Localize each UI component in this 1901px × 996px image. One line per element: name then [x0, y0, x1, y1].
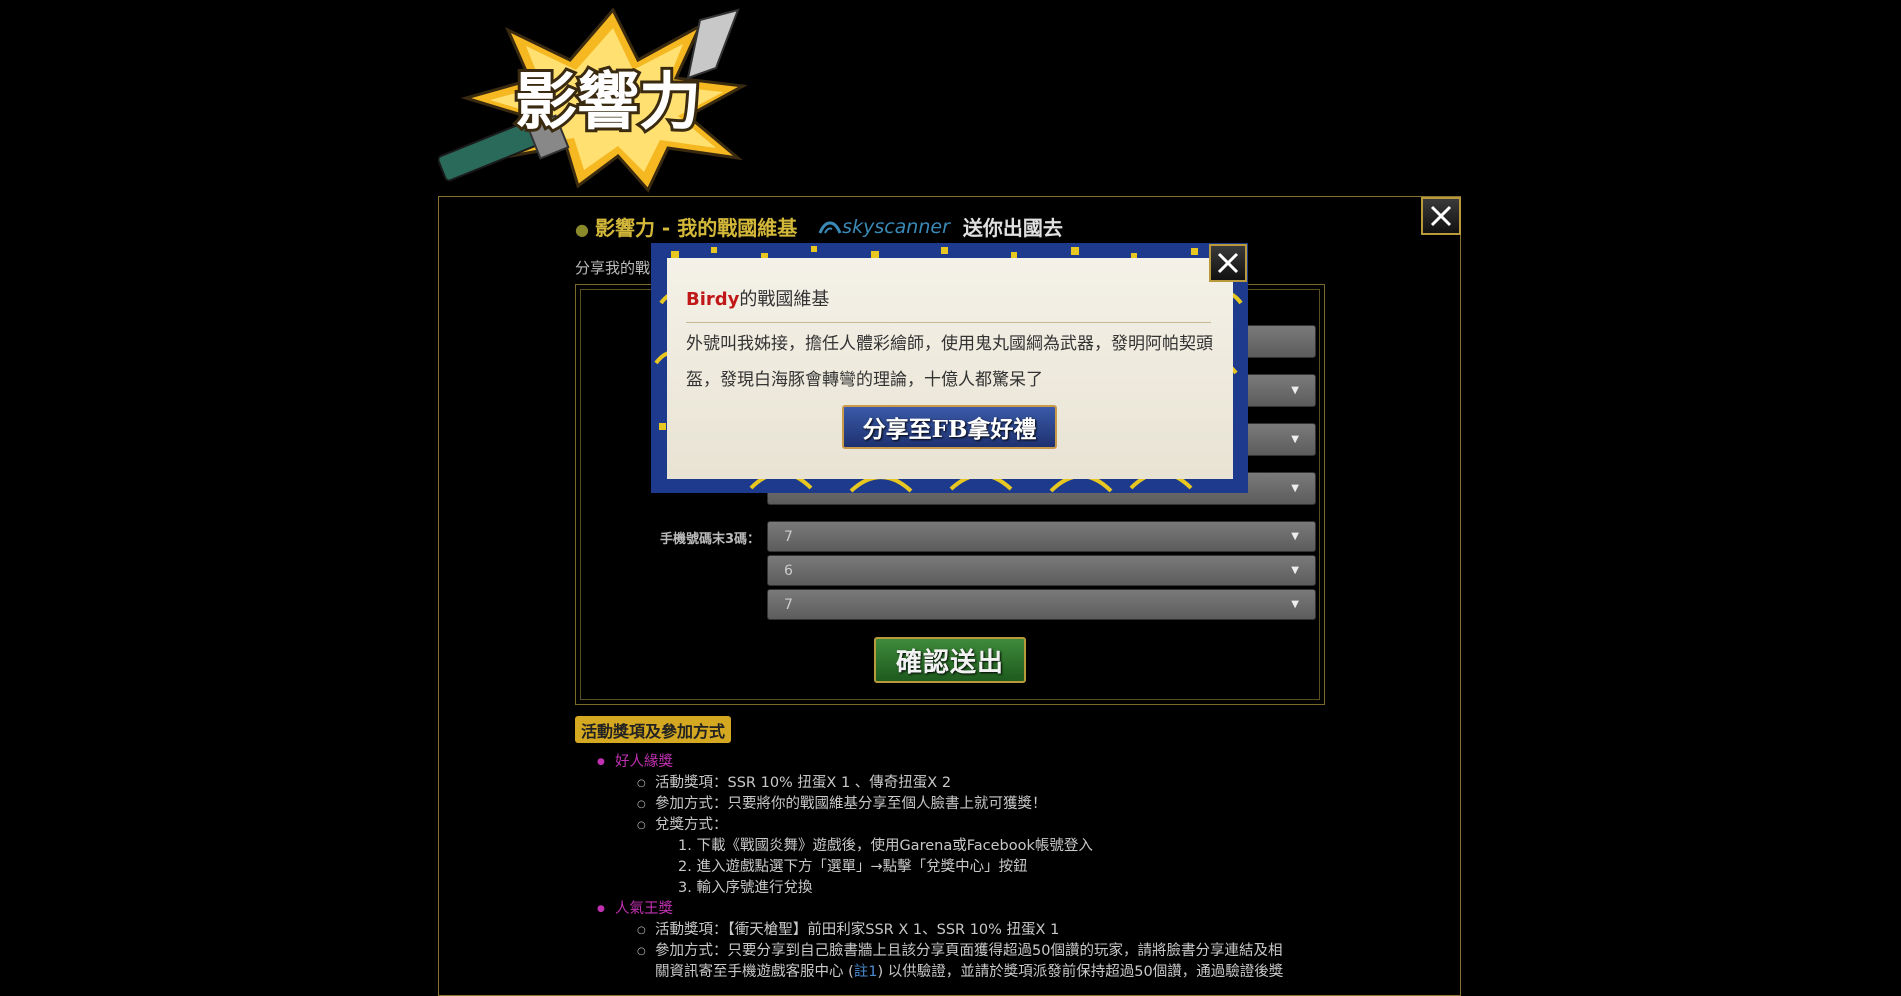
list-item: 活動獎項：【衝天槍聖】前田利家SSR X 1、SSR 10% 扭蛋X 1	[575, 920, 1335, 941]
list-item: 關資訊寄至手機遊戲客服中心 (註1) 以供驗證，並請於獎項派發前保持超過50個讚…	[575, 962, 1335, 983]
wiki-suffix: 的戰國維基	[739, 289, 830, 310]
note-link[interactable]: 註1	[854, 964, 878, 980]
rules-list: 好人緣獎 活動獎項：SSR 10% 扭蛋X 1 、傳奇扭蛋X 2 參加方式：只要…	[575, 752, 1335, 983]
modal-close-button[interactable]	[1209, 244, 1247, 282]
phone-digit-value: 7	[784, 528, 793, 545]
bullet-icon: ●	[575, 220, 589, 239]
list-item: 2. 進入遊戲點選下方「選單」→點擊「兌獎中心」按鈕	[678, 859, 1028, 875]
chevron-down-icon: ▼	[1291, 385, 1299, 396]
close-icon	[1217, 252, 1239, 274]
logo-burst-icon: 影響力	[437, 7, 748, 193]
close-panel-button[interactable]	[1421, 197, 1461, 235]
svg-text:影響力: 影響力	[515, 65, 701, 138]
phone-digit-select-1[interactable]: 7 ▼	[767, 521, 1316, 552]
share-fb-button[interactable]: 分享至FB拿好禮	[842, 405, 1057, 449]
list-item: 參加方式：只要分享到自己臉書牆上且該分享頁面獲得超過50個讚的玩家，請將臉書分享…	[575, 941, 1335, 962]
chevron-down-icon: ▼	[1291, 565, 1299, 576]
chevron-down-icon: ▼	[1291, 599, 1299, 610]
prize-title: 好人緣獎	[575, 752, 1335, 773]
subtitle: 分享我的戰	[575, 259, 651, 277]
list-item: 3. 輸入序號進行兌換	[678, 880, 813, 896]
phone-digit-select-2[interactable]: 6 ▼	[767, 555, 1316, 586]
chevron-down-icon: ▼	[1291, 531, 1299, 542]
phone-digit-value: 6	[784, 562, 793, 579]
list-item-text: 關資訊寄至手機遊戲客服中心 (	[655, 964, 854, 980]
skyscanner-logo-icon	[818, 221, 842, 234]
prize-title: 人氣王獎	[575, 899, 1335, 920]
player-name: Birdy	[686, 289, 740, 310]
list-item-text: ) 以供驗證，並請於獎項派發前保持超過50個讚，通過驗證後獎	[877, 964, 1284, 980]
modal-title: Birdy的戰國維基	[686, 285, 829, 311]
list-item: 活動獎項：SSR 10% 扭蛋X 1 、傳奇扭蛋X 2	[575, 773, 1335, 794]
divider	[686, 322, 1211, 323]
phone-digit-select-3[interactable]: 7 ▼	[767, 589, 1316, 620]
section-tag: 活動獎項及參加方式	[575, 716, 732, 743]
title-tail: 送你出國去	[962, 216, 1063, 240]
phone-digit-value: 7	[784, 596, 793, 613]
list-item: 兌獎方式：	[575, 815, 1335, 836]
page-title: ● 影響力 - 我的戰國維基 skyscanner 送你出國去	[575, 212, 1063, 241]
close-icon	[1430, 205, 1452, 227]
phone-label: 手機號碼末3碼：	[660, 532, 761, 547]
event-logo: 影響力	[437, 7, 778, 193]
list-item: 參加方式：只要將你的戰國維基分享至個人臉書上就可獲獎！	[575, 794, 1335, 815]
sponsor-logo: skyscanner	[818, 216, 950, 238]
list-item-text: 參加方式：只要分享到自己臉書牆上且該分享頁面獲得超過50個讚的玩家，請將臉書分享…	[655, 943, 1283, 959]
modal-description: 外號叫我姊接，擔任人體彩繪師，使用鬼丸國綱為武器，發明阿帕契頭盔，發現白海豚會轉…	[686, 334, 1213, 390]
list-item: 1. 下載《戰國炎舞》遊戲後，使用Garena或Facebook帳號登入	[678, 838, 1093, 854]
chevron-down-icon: ▼	[1291, 483, 1299, 494]
title-main: 影響力 - 我的戰國維基	[594, 216, 798, 240]
submit-button[interactable]: 確認送出	[874, 637, 1026, 683]
chevron-down-icon: ▼	[1291, 434, 1299, 445]
sponsor-name: skyscanner	[842, 216, 950, 238]
